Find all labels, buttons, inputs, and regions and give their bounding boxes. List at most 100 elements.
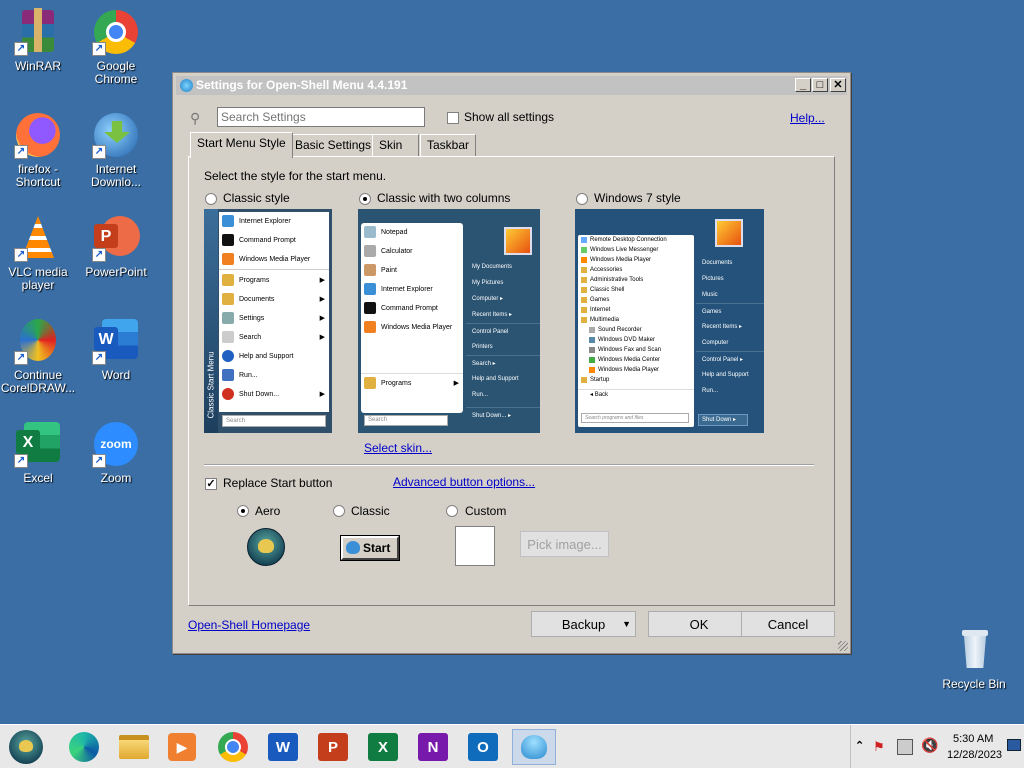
coreldraw-icon: ↗	[14, 317, 62, 365]
media-player-icon[interactable]: ▶	[164, 729, 200, 765]
two-col-right-item: Search ▸	[466, 355, 540, 371]
windows7-style-label: Windows 7 style	[594, 191, 681, 205]
tab-start-menu-style[interactable]: Start Menu Style	[190, 132, 293, 158]
action-center-flag-icon[interactable]: ⚑	[873, 739, 889, 755]
classic-item: Windows Media Player	[219, 250, 329, 269]
classic-item: Command Prompt	[219, 231, 329, 250]
onenote-icon[interactable]: N	[415, 729, 451, 765]
show-hidden-icons-icon[interactable]: ⌃	[855, 739, 864, 752]
tab-skin[interactable]: Skin	[372, 134, 419, 156]
start-button-label: Start	[363, 541, 391, 555]
desktop-icon-coreldraw[interactable]: ↗ Continue CorelDRAW...	[0, 317, 78, 395]
win7-item: Startup	[578, 375, 694, 385]
win7-user-picture	[715, 219, 743, 247]
network-icon[interactable]	[897, 739, 913, 755]
search-input[interactable]	[217, 107, 425, 127]
recycle-bin-icon	[950, 626, 998, 674]
win7-item: Windows Media Player	[578, 255, 694, 265]
excel-taskbar-icon[interactable]: X	[365, 729, 401, 765]
desktop-icon-excel[interactable]: X ↗ Excel	[0, 420, 78, 485]
replace-start-label: Replace Start button	[223, 476, 333, 490]
win7-right-item: Recent Items ▸	[702, 324, 743, 330]
backup-button[interactable]: Backup ▼	[531, 611, 636, 637]
firefox-icon: ↗	[14, 111, 62, 159]
chrome-taskbar-icon[interactable]	[215, 729, 251, 765]
desktop-icon-vlc[interactable]: ↗ VLC media player	[0, 214, 78, 292]
open-shell-start-icon[interactable]	[8, 729, 44, 765]
desktop-icon-label: VLC media player	[8, 265, 68, 292]
open-shell-homepage-link[interactable]: Open-Shell Homepage	[188, 618, 310, 632]
two-columns-style-radio[interactable]	[359, 193, 371, 205]
desktop-icon-recycle-bin[interactable]: Recycle Bin	[934, 626, 1014, 691]
desktop-icon-word[interactable]: W ↗ Word	[76, 317, 156, 382]
minimize-button[interactable]: _	[795, 78, 811, 92]
shell-icon	[346, 541, 360, 554]
two-col-right-item: Computer ▸	[472, 296, 504, 302]
taskbar: ▶ W P X N O ⌃ ⚑ 🔇 5:30 AM 12/28/2023	[0, 724, 1024, 768]
tab-taskbar[interactable]: Taskbar	[420, 134, 477, 156]
classic-style-preview[interactable]: Classic Start Menu Internet Explorer Com…	[204, 209, 332, 433]
classic-button-label: Classic	[351, 504, 390, 518]
aero-button-radio[interactable]	[237, 505, 249, 517]
two-col-item: Programs ▶	[361, 373, 463, 392]
tab-basic-settings[interactable]: Basic Settings	[288, 134, 379, 156]
ok-button[interactable]: OK	[648, 611, 750, 637]
two-col-right-item: My Documents	[472, 264, 513, 270]
desktop-icon-chrome[interactable]: ↗ Google Chrome	[76, 8, 156, 86]
settings-window: Settings for Open-Shell Menu 4.4.191 _ □…	[172, 72, 851, 654]
select-skin-link[interactable]: Select skin...	[364, 441, 432, 455]
winrar-icon: ↗	[14, 8, 62, 56]
custom-button-radio[interactable]	[446, 505, 458, 517]
show-desktop-icon[interactable]	[1007, 739, 1021, 751]
pick-image-button[interactable]: Pick image...	[520, 531, 609, 557]
classic-style-radio[interactable]	[205, 193, 217, 205]
classic-button-radio[interactable]	[333, 505, 345, 517]
style-instruction: Select the style for the start menu.	[204, 169, 387, 183]
windows7-style-radio[interactable]	[576, 193, 588, 205]
chrome-icon: ↗	[92, 8, 140, 56]
desktop-icon-zoom[interactable]: zoom ↗ Zoom	[76, 420, 156, 485]
replace-start-checkbox[interactable]: ✓	[205, 478, 217, 490]
two-col-item: Calculator	[361, 242, 463, 261]
two-col-right-pane: My Documents My Pictures Computer ▸ Rece…	[466, 259, 540, 423]
file-explorer-icon[interactable]	[116, 729, 152, 765]
open-shell-settings-icon[interactable]	[512, 729, 556, 765]
word-taskbar-icon[interactable]: W	[265, 729, 301, 765]
windows7-preview[interactable]: Remote Desktop Connection Windows Live M…	[575, 209, 764, 433]
win7-left-pane: Remote Desktop Connection Windows Live M…	[578, 235, 694, 427]
close-button[interactable]: ✕	[830, 78, 846, 92]
desktop-icon-idm[interactable]: ↗ Internet Downlo...	[76, 111, 156, 189]
advanced-button-options-link[interactable]: Advanced button options...	[393, 475, 535, 489]
maximize-button[interactable]: □	[812, 78, 828, 92]
desktop-icon-winrar[interactable]: ↗ WinRAR	[0, 8, 78, 73]
two-col-right-item: Shut Down... ▸	[466, 407, 540, 423]
aero-label: Aero	[255, 504, 281, 518]
win7-item: Administrative Tools	[578, 275, 694, 285]
win7-right-item: Computer	[702, 340, 729, 346]
volume-muted-icon[interactable]: 🔇	[921, 737, 938, 754]
title-bar[interactable]: Settings for Open-Shell Menu 4.4.191 _ □…	[176, 76, 847, 95]
two-col-left-pane: Notepad Calculator Paint Internet Explor…	[361, 223, 463, 413]
tray-time[interactable]: 5:30 AM	[953, 733, 993, 745]
desktop-icon-powerpoint[interactable]: P ↗ PowerPoint	[76, 214, 156, 279]
win7-search-box: Search programs and files	[581, 413, 689, 423]
tray-date[interactable]: 12/28/2023	[947, 749, 1002, 761]
powerpoint-icon: P ↗	[92, 214, 140, 262]
win7-item: Windows Live Messenger	[578, 245, 694, 255]
system-tray: ⌃ ⚑ 🔇 5:30 AM 12/28/2023	[850, 725, 1024, 768]
classic-item: Settings ▶	[219, 309, 329, 328]
edge-icon[interactable]	[66, 729, 102, 765]
cancel-button[interactable]: Cancel	[741, 611, 835, 637]
two-columns-style-label: Classic with two columns	[377, 191, 511, 205]
two-columns-preview[interactable]: Notepad Calculator Paint Internet Explor…	[358, 209, 540, 433]
powerpoint-taskbar-icon[interactable]: P	[315, 729, 351, 765]
help-link[interactable]: Help...	[790, 111, 825, 125]
outlook-icon[interactable]: O	[465, 729, 501, 765]
desktop-icon-label: Continue CorelDRAW...	[0, 368, 76, 395]
show-all-settings-checkbox[interactable]	[447, 112, 459, 124]
custom-button-label: Custom	[465, 504, 507, 518]
separator-line	[204, 464, 814, 466]
resize-grip-icon[interactable]	[838, 641, 848, 651]
classic-start-button: Start	[340, 535, 400, 561]
desktop-icon-firefox[interactable]: ↗ firefox - Shortcut	[0, 111, 78, 189]
